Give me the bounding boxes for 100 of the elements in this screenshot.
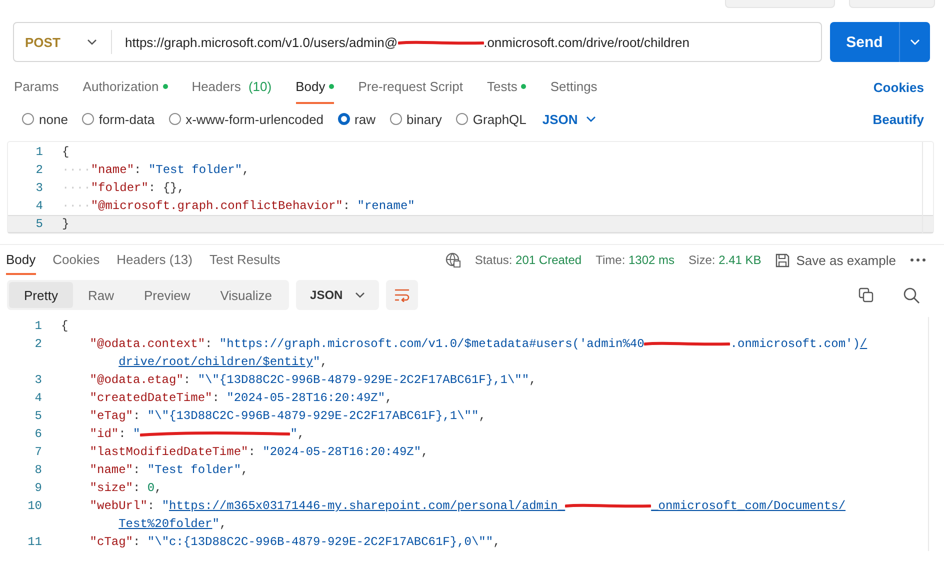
line-number: 3 bbox=[34, 181, 44, 195]
request-tab[interactable]: Params bbox=[14, 70, 59, 104]
body-type-radio[interactable]: raw bbox=[338, 112, 376, 126]
json-string: .onmicrosoft.com') bbox=[730, 337, 860, 351]
more-icon[interactable] bbox=[910, 258, 926, 262]
url-field[interactable]: POST https://graph.microsoft.com/v1.0/users/admin@ .onmicrosoft.com/drive/root/children bbox=[13, 22, 822, 62]
size-value: 2.41 KB bbox=[718, 253, 762, 267]
json-string: " bbox=[212, 517, 220, 531]
json-punctuation: : bbox=[118, 427, 127, 441]
json-punctuation: , bbox=[385, 391, 392, 405]
method-label: POST bbox=[25, 34, 60, 50]
line-number: 4 bbox=[34, 391, 42, 405]
format-dropdown[interactable]: JSON bbox=[296, 280, 379, 310]
json-punctuation: : bbox=[133, 535, 142, 549]
view-mode-tab[interactable]: Visualize bbox=[205, 282, 288, 308]
json-string: "2024-05-28T16:20:49Z" bbox=[226, 391, 386, 405]
line-number: 2 bbox=[34, 337, 42, 351]
format-dropdown[interactable]: JSON bbox=[542, 112, 596, 126]
line-number: 10 bbox=[28, 499, 42, 513]
request-tab[interactable]: Settings bbox=[550, 70, 598, 104]
send-button[interactable]: Send bbox=[830, 22, 930, 62]
json-link[interactable]: drive/root/children/$entity bbox=[118, 355, 314, 369]
json-string: " bbox=[162, 499, 170, 513]
json-string: "2024-05-28T16:20:49Z" bbox=[262, 445, 422, 459]
code-line: ····"name": "Test folder", bbox=[62, 163, 250, 177]
cookies-link[interactable]: Cookies bbox=[873, 80, 924, 94]
json-punctuation: , bbox=[421, 445, 428, 459]
status-label: Status: bbox=[474, 253, 512, 267]
code-line: } bbox=[62, 217, 70, 231]
chevron-down-icon bbox=[586, 116, 596, 122]
view-mode-tab[interactable]: Preview bbox=[128, 282, 206, 308]
json-punctuation: , bbox=[320, 355, 328, 369]
line-number: 8 bbox=[34, 463, 42, 477]
json-key: "webUrl" bbox=[90, 499, 148, 513]
json-punctuation: , bbox=[154, 481, 162, 495]
body-type-radio[interactable]: binary bbox=[390, 112, 442, 126]
json-punctuation: : bbox=[133, 481, 142, 495]
size-label: Size: bbox=[688, 253, 716, 267]
copy-icon[interactable] bbox=[858, 287, 874, 303]
json-punctuation: , bbox=[297, 427, 305, 441]
url-text: .onmicrosoft.com/drive/root/children bbox=[484, 34, 690, 50]
chevron-down-icon bbox=[910, 39, 920, 45]
line-number: 3 bbox=[34, 373, 42, 387]
request-tab[interactable]: Body bbox=[296, 70, 334, 104]
line-number: 11 bbox=[28, 535, 42, 549]
request-tab[interactable]: Authorization bbox=[82, 70, 168, 104]
json-link[interactable]: _onmicrosoft_com/Documents/ bbox=[651, 499, 846, 513]
beautify-link[interactable]: Beautify bbox=[872, 112, 924, 126]
body-type-radio[interactable]: none bbox=[22, 112, 68, 126]
response-tab[interactable]: Cookies bbox=[52, 245, 100, 275]
line-number: 9 bbox=[34, 481, 42, 495]
json-string: " bbox=[313, 355, 320, 369]
json-punctuation: : bbox=[248, 445, 256, 459]
code-line: ····"folder": {}, bbox=[62, 181, 184, 195]
json-string: "\"{13D88C2C-996B-4879-929E-2C2F17ABC61F},1\"" bbox=[198, 373, 530, 387]
wrap-lines-button[interactable] bbox=[386, 280, 418, 310]
json-string: "Test folder" bbox=[147, 463, 242, 477]
response-tab[interactable]: Body bbox=[6, 245, 36, 275]
json-link[interactable]: https://m365x03171446-my.sharepoint.com/personal/admin_ bbox=[169, 499, 566, 513]
line-number: 6 bbox=[34, 427, 42, 441]
wrap-icon bbox=[394, 288, 410, 302]
line-number: 2 bbox=[34, 163, 44, 177]
json-string: "https://graph.microsoft.com/v1.0/$metadata#users('admin%40 bbox=[219, 337, 644, 351]
json-punctuation: , bbox=[219, 517, 227, 531]
response-tab[interactable]: Test Results bbox=[209, 245, 280, 275]
json-string: " bbox=[290, 427, 298, 441]
body-type-radio[interactable]: GraphQL bbox=[456, 112, 526, 126]
request-tab[interactable]: Pre-request Script bbox=[358, 70, 463, 104]
response-tab[interactable]: Headers (13) bbox=[116, 245, 192, 275]
radio-label: raw bbox=[354, 112, 376, 126]
request-tab[interactable]: Headers (10) bbox=[192, 70, 272, 104]
code-line: ····"@microsoft.graph.conflictBehavior": "rename" bbox=[62, 199, 415, 213]
json-punctuation: { bbox=[61, 319, 68, 333]
json-key: "id" bbox=[90, 427, 119, 441]
request-tab[interactable]: Tests bbox=[486, 70, 526, 104]
line-number: 1 bbox=[34, 319, 42, 333]
json-key: "@odata.context" bbox=[90, 337, 206, 351]
body-type-radio[interactable]: form-data bbox=[82, 112, 155, 126]
json-key: "name" bbox=[90, 463, 134, 477]
json-number: 0 bbox=[147, 481, 155, 495]
line-number: 1 bbox=[34, 145, 44, 159]
search-icon[interactable] bbox=[903, 286, 920, 304]
json-punctuation: : bbox=[205, 337, 214, 351]
method-dropdown[interactable]: POST bbox=[14, 30, 112, 54]
json-key: "createdDateTime" bbox=[90, 391, 212, 405]
chevron-down-icon bbox=[87, 39, 97, 45]
json-link[interactable]: / bbox=[860, 337, 868, 351]
send-label: Send bbox=[845, 34, 884, 50]
json-punctuation: , bbox=[241, 463, 248, 477]
view-mode-tab[interactable]: Raw bbox=[72, 282, 129, 308]
json-punctuation: , bbox=[529, 373, 536, 387]
code-editor[interactable]: 1 { 2 ····"name": "Test folder", 3 ····"folder": {}, 4 ····"@microsoft.graph.conflictBehavior": "rename" 5 } bbox=[7, 141, 934, 234]
json-string: "\"c:{13D88C2C-996B-4879-929E-2C2F17ABC61F},0\"" bbox=[147, 535, 494, 549]
line-number: 5 bbox=[34, 409, 42, 423]
line-number: 4 bbox=[34, 199, 44, 213]
save-icon bbox=[775, 252, 790, 268]
json-link[interactable]: Test%20folder bbox=[118, 517, 212, 531]
line-number: 7 bbox=[34, 445, 42, 459]
save-as-example-button[interactable]: Save as example bbox=[775, 252, 896, 268]
view-mode-tab[interactable]: Pretty bbox=[9, 282, 73, 308]
